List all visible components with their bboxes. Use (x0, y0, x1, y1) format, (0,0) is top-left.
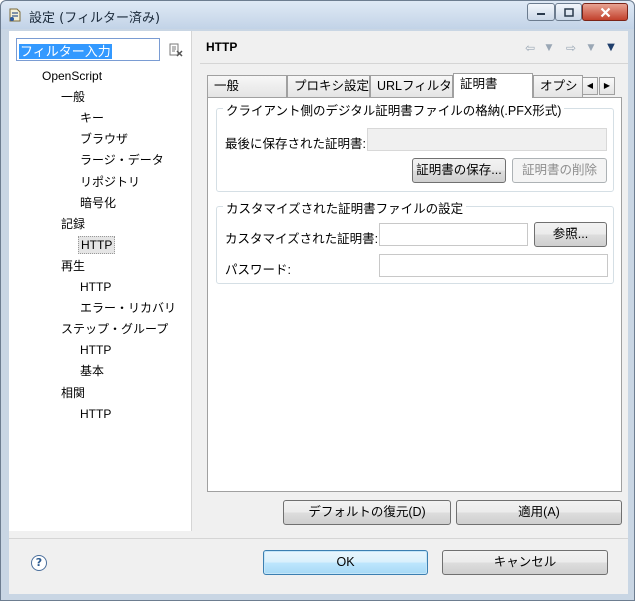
password-input[interactable] (379, 254, 608, 277)
custom-certificate-group-title: カスタマイズされた証明書ファイルの設定 (223, 198, 467, 217)
tree-item[interactable]: HTTP (78, 341, 113, 359)
tree-item[interactable]: 相関 (59, 384, 87, 402)
ok-button[interactable]: OK (263, 550, 428, 575)
custom-certificate-group: カスタマイズされた証明書ファイルの設定 カスタマイズされた証明書: 参照... … (216, 198, 614, 284)
browse-button[interactable]: 参照... (534, 222, 607, 247)
tree-item[interactable]: ステップ・グループ (59, 320, 170, 338)
tree-item[interactable]: 再生 (59, 257, 87, 275)
preferences-tree-pane: フィルター入力 OpenScript 一般キーブラウザラージ・データ リポジトリ暗号… (9, 31, 192, 531)
certificates-panel: クライアント側のデジタル証明書ファイルの格納(.PFX形式) 最後に保存された証… (207, 97, 622, 492)
tree-item[interactable]: HTTP (78, 235, 116, 254)
filter-input[interactable]: フィルター入力 (16, 38, 160, 61)
tree-item[interactable]: ラージ・データ (78, 151, 166, 169)
tree-item[interactable]: ブラウザ (78, 130, 130, 148)
password-label: パスワード: (225, 263, 291, 277)
restore-defaults-button[interactable]: デフォルトの復元(D) (283, 500, 451, 525)
last-saved-certificate-field (367, 128, 607, 151)
tree-item[interactable]: リポジトリ (78, 173, 142, 191)
tree-item[interactable]: 基本 (78, 362, 106, 380)
tree-item[interactable]: OpenScript (40, 67, 104, 85)
footer-divider (9, 538, 628, 539)
forward-arrow-icon[interactable]: ⇨ (564, 41, 578, 55)
tab-strip: 一般 プロキシ設定 URLフィルタ 証明書 オプシ ◀ ▶ (207, 73, 622, 98)
tab-url-filter[interactable]: URLフィルタ (370, 75, 453, 97)
tree-item[interactable]: 暗号化 (78, 194, 118, 212)
back-menu-chevron-icon[interactable]: ▼ (542, 41, 556, 55)
tree-item[interactable]: エラー・リカバリ (78, 299, 178, 317)
back-arrow-icon[interactable]: ⇦ (523, 41, 537, 55)
close-button[interactable] (582, 3, 628, 21)
delete-certificate-button[interactable]: 証明書の削除 (512, 158, 607, 183)
clear-filter-icon[interactable] (169, 43, 183, 57)
custom-certificate-input[interactable] (379, 223, 528, 246)
apply-button[interactable]: 適用(A) (456, 500, 622, 525)
tab-scroll-left-icon[interactable]: ◀ (582, 77, 598, 95)
maximize-button[interactable] (555, 3, 582, 21)
preferences-window: 設定 (フィルター済み) フィルター入力 OpenScript 一般キーブラウザラ… (0, 0, 635, 601)
tab-certificates[interactable]: 証明書 (453, 73, 533, 98)
filter-input-text: フィルター入力 (19, 44, 112, 59)
dialog-client-area: フィルター入力 OpenScript 一般キーブラウザラージ・データ リポジトリ暗号… (9, 31, 628, 594)
view-menu-icon[interactable]: ▼ (604, 41, 618, 55)
page-title: HTTP (206, 40, 238, 54)
save-certificate-button[interactable]: 証明書の保存... (412, 158, 506, 183)
window-title: 設定 (フィルター済み) (29, 11, 161, 26)
last-saved-certificate-label: 最後に保存された証明書: (225, 137, 366, 151)
tree-item[interactable]: 一般 (59, 88, 87, 106)
header-divider (200, 63, 628, 64)
tree-item[interactable]: HTTP (78, 278, 113, 296)
tree-item[interactable]: 記録 (59, 215, 87, 233)
tree-item[interactable]: HTTP (78, 405, 113, 423)
client-certificate-group-title: クライアント側のデジタル証明書ファイルの格納(.PFX形式) (223, 100, 565, 119)
maximize-icon (563, 7, 574, 17)
custom-certificate-label: カスタマイズされた証明書: (225, 232, 379, 246)
help-icon[interactable]: ? (31, 555, 47, 571)
forward-menu-chevron-icon[interactable]: ▼ (584, 41, 598, 55)
minimize-button[interactable] (527, 3, 555, 21)
tab-proxy[interactable]: プロキシ設定 (287, 75, 370, 97)
client-certificate-group: クライアント側のデジタル証明書ファイルの格納(.PFX形式) 最後に保存された証… (216, 100, 614, 192)
close-icon (600, 7, 610, 17)
tab-scroll-right-icon[interactable]: ▶ (599, 77, 615, 95)
app-icon (9, 8, 21, 22)
tab-general[interactable]: 一般 (207, 75, 287, 97)
minimize-icon (537, 13, 545, 15)
tree-item[interactable]: キー (78, 109, 106, 127)
tab-options[interactable]: オプシ (533, 75, 583, 97)
title-bar[interactable]: 設定 (フィルター済み) (1, 1, 634, 29)
cancel-button[interactable]: キャンセル (442, 550, 608, 575)
